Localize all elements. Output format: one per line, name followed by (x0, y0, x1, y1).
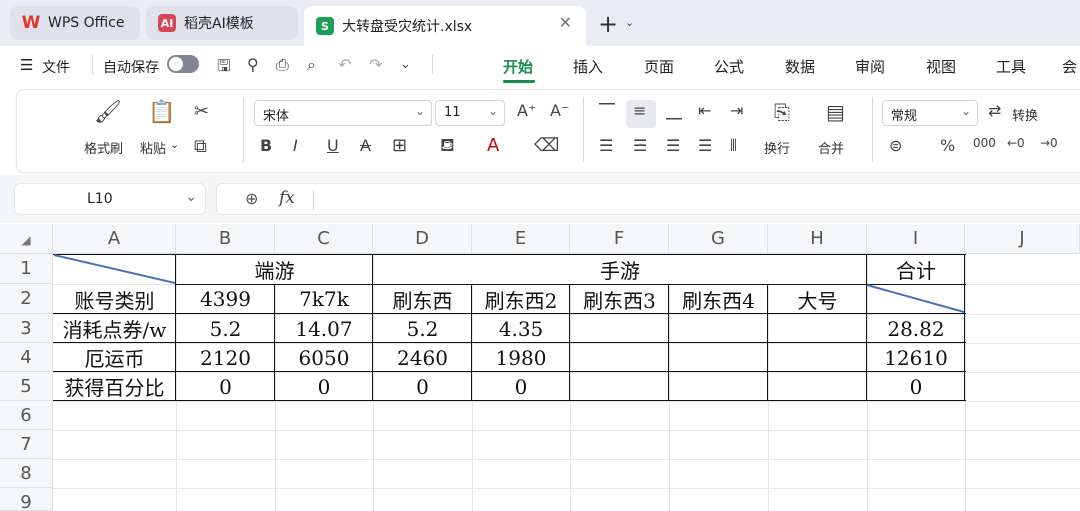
cell-h5[interactable] (768, 372, 867, 401)
cell-h3[interactable] (768, 314, 867, 343)
cell-a3[interactable]: 消耗点券/w (53, 314, 176, 343)
cell-f4[interactable] (570, 343, 669, 372)
cell-i1-total[interactable]: 合计 (867, 254, 965, 284)
cell-c5[interactable]: 0 (275, 372, 373, 401)
cell-b2[interactable]: 4399 (176, 284, 275, 314)
cell-b4[interactable]: 2120 (176, 343, 275, 372)
cell-d2[interactable]: 刷东西 (373, 284, 472, 314)
diagonal-line-a1 (53, 254, 176, 284)
cell-h4[interactable] (768, 343, 867, 372)
cell-a5[interactable]: 获得百分比 (53, 372, 176, 401)
cell-e5[interactable]: 0 (472, 372, 570, 401)
cell-g2[interactable]: 刷东西4 (669, 284, 768, 314)
cell-c4[interactable]: 6050 (275, 343, 373, 372)
cell-e3[interactable]: 4.35 (472, 314, 570, 343)
cell-i5[interactable]: 0 (867, 372, 965, 401)
cell-g4[interactable] (669, 343, 768, 372)
cell-a2[interactable]: 账号类别 (53, 284, 176, 314)
cell-e4[interactable]: 1980 (472, 343, 570, 372)
cell-h2[interactable]: 大号 (768, 284, 867, 314)
cell-g5[interactable] (669, 372, 768, 401)
cell-a4[interactable]: 厄运币 (53, 343, 176, 372)
cell-c2[interactable]: 7k7k (275, 284, 373, 314)
cell-f5[interactable] (570, 372, 669, 401)
cell-b5[interactable]: 0 (176, 372, 275, 401)
cell-i4[interactable]: 12610 (867, 343, 965, 372)
cell-e2[interactable]: 刷东西2 (472, 284, 570, 314)
cell-b3[interactable]: 5.2 (176, 314, 275, 343)
cell-d1-shouyou[interactable]: 手游 (373, 254, 867, 284)
cell-d5[interactable]: 0 (373, 372, 472, 401)
diagonal-line-i2 (866, 284, 965, 313)
cell-b1-duanyou[interactable]: 端游 (176, 254, 373, 284)
cell-i3[interactable]: 28.82 (867, 314, 965, 343)
cell-f2[interactable]: 刷东西3 (570, 284, 669, 314)
cell-d3[interactable]: 5.2 (373, 314, 472, 343)
cell-d4[interactable]: 2460 (373, 343, 472, 372)
cell-c3[interactable]: 14.07 (275, 314, 373, 343)
cell-f3[interactable] (570, 314, 669, 343)
cell-g3[interactable] (669, 314, 768, 343)
